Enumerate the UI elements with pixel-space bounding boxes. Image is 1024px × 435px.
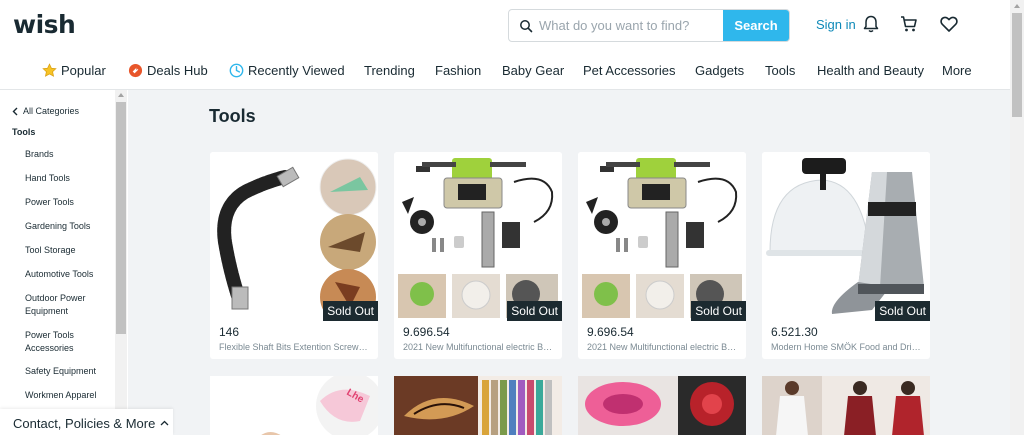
product-name[interactable]: 2021 New Multifunctional electric Bench … <box>587 342 737 352</box>
product-image[interactable] <box>394 376 562 435</box>
page-scroll-up-arrow[interactable] <box>1014 4 1020 8</box>
nav-health-and-beauty[interactable]: Health and Beauty <box>817 63 924 78</box>
product-card[interactable] <box>578 376 746 435</box>
nav-label: Fashion <box>435 63 482 78</box>
sign-in-link[interactable]: Sign in <box>816 17 856 32</box>
product-image[interactable]: Sold Out <box>762 152 930 321</box>
product-name[interactable]: Flexible Shaft Bits Extention Screwdrive… <box>219 342 369 352</box>
category-sidebar: All Categories Tools Brands Hand Tools P… <box>0 90 128 435</box>
category-nav: Popular Deals Hub Recently Viewed Trendi… <box>0 55 1010 87</box>
product-image[interactable] <box>762 376 930 435</box>
product-image[interactable]: Sold Out <box>394 152 562 321</box>
nav-label: Tools <box>765 63 796 78</box>
chevron-up-icon <box>160 420 169 426</box>
sidebar-item-hand-tools[interactable]: Hand Tools <box>25 172 113 185</box>
sold-out-badge: Sold Out <box>691 301 746 321</box>
product-card[interactable]: Sold Out 6.521.30 Modern Home SMÖK Food … <box>762 152 930 359</box>
product-card[interactable] <box>394 376 562 435</box>
header: wish Search Sign in Popular Deals Hub Re <box>0 0 1010 90</box>
heart-icon[interactable] <box>939 14 959 34</box>
nav-trending[interactable]: Trending <box>364 63 415 78</box>
search-icon <box>520 20 533 33</box>
page-title: Tools <box>209 106 256 126</box>
product-price: 146 <box>219 325 240 339</box>
nav-recently-viewed[interactable]: Recently Viewed <box>229 63 345 78</box>
nav-gadgets[interactable]: Gadgets <box>695 63 744 78</box>
product-price: 6.521.30 <box>771 325 818 339</box>
wish-logo[interactable]: wish <box>13 10 76 39</box>
product-name[interactable]: Modern Home SMÖK Food and Drink Smoker <box>771 342 921 352</box>
nav-label: Recently Viewed <box>248 63 345 78</box>
sidebar-scroll-thumb[interactable] <box>116 102 126 334</box>
product-image[interactable]: Lhe <box>210 376 378 435</box>
product-card[interactable]: Sold Out 9.696.54 2021 New Multifunction… <box>394 152 562 359</box>
nav-deals-hub[interactable]: Deals Hub <box>128 63 208 78</box>
search-box: Search <box>508 9 790 42</box>
nav-label: Pet Accessories <box>583 63 676 78</box>
sold-out-badge: Sold Out <box>875 301 930 321</box>
nav-label: Popular <box>61 63 106 78</box>
product-card[interactable]: Sold Out 146 Flexible Shaft Bits Extenti… <box>210 152 378 359</box>
sidebar-item-automotive-tools[interactable]: Automotive Tools <box>25 268 113 281</box>
sidebar-title: Tools <box>12 127 36 137</box>
nav-baby-gear[interactable]: Baby Gear <box>502 63 564 78</box>
sold-out-badge: Sold Out <box>507 301 562 321</box>
sidebar-item-safety-equipment[interactable]: Safety Equipment <box>25 365 113 378</box>
product-name[interactable]: 2021 New Multifunctional electric Bench … <box>403 342 553 352</box>
nav-label: Health and Beauty <box>817 63 924 78</box>
sold-out-badge: Sold Out <box>323 301 378 321</box>
star-icon <box>42 63 57 77</box>
contact-policies-toggle[interactable]: Contact, Policies & More <box>0 409 173 435</box>
clock-icon <box>229 63 244 78</box>
bell-icon[interactable] <box>861 14 881 34</box>
product-card[interactable] <box>762 376 930 435</box>
flexible-shaft-image <box>217 158 377 321</box>
sidebar-item-outdoor-power-equipment[interactable]: Outdoor Power Equipment <box>25 292 113 318</box>
sidebar-item-tool-storage[interactable]: Tool Storage <box>25 244 113 257</box>
search-button[interactable]: Search <box>723 10 789 41</box>
page-scroll-thumb[interactable] <box>1012 13 1022 117</box>
sidebar-item-power-tools-accessories[interactable]: Power Tools Accessories <box>25 329 113 355</box>
nav-label: Gadgets <box>695 63 745 78</box>
product-price: 9.696.54 <box>587 325 634 339</box>
sidebar-item-brands[interactable]: Brands <box>25 148 113 161</box>
nav-label: More <box>942 63 972 78</box>
contact-policies-label: Contact, Policies & More <box>13 416 156 431</box>
nav-tools[interactable]: Tools <box>765 63 795 78</box>
product-image[interactable] <box>578 376 746 435</box>
product-price: 9.696.54 <box>403 325 450 339</box>
search-input[interactable] <box>539 10 724 41</box>
bench-grinder-image <box>398 158 558 318</box>
deals-icon <box>128 63 143 78</box>
nav-fashion[interactable]: Fashion <box>435 63 481 78</box>
sidebar-scroll-up-arrow[interactable] <box>118 93 124 97</box>
nav-popular[interactable]: Popular <box>42 63 106 78</box>
cart-icon[interactable] <box>899 14 919 34</box>
product-card[interactable]: Lhe <box>210 376 378 435</box>
sidebar-item-power-tools[interactable]: Power Tools <box>25 196 113 209</box>
nav-label: Trending <box>364 63 415 78</box>
all-categories-link[interactable]: All Categories <box>12 106 79 116</box>
food-smoker-image <box>766 158 924 314</box>
nav-label: Deals Hub <box>147 63 208 78</box>
nav-more[interactable]: More <box>942 63 972 78</box>
product-image[interactable]: Sold Out <box>210 152 378 321</box>
nav-label: Baby Gear <box>502 63 565 78</box>
all-categories-label: All Categories <box>23 106 80 116</box>
chevron-left-icon <box>12 107 18 115</box>
product-card[interactable]: Sold Out 9.696.54 2021 New Multifunction… <box>578 152 746 359</box>
sidebar-item-workmen-apparel[interactable]: Workmen Apparel <box>25 389 113 402</box>
nav-pet-accessories[interactable]: Pet Accessories <box>583 63 676 78</box>
bench-grinder-image <box>582 158 742 318</box>
sidebar-item-gardening-tools[interactable]: Gardening Tools <box>25 220 113 233</box>
product-image[interactable]: Sold Out <box>578 152 746 321</box>
